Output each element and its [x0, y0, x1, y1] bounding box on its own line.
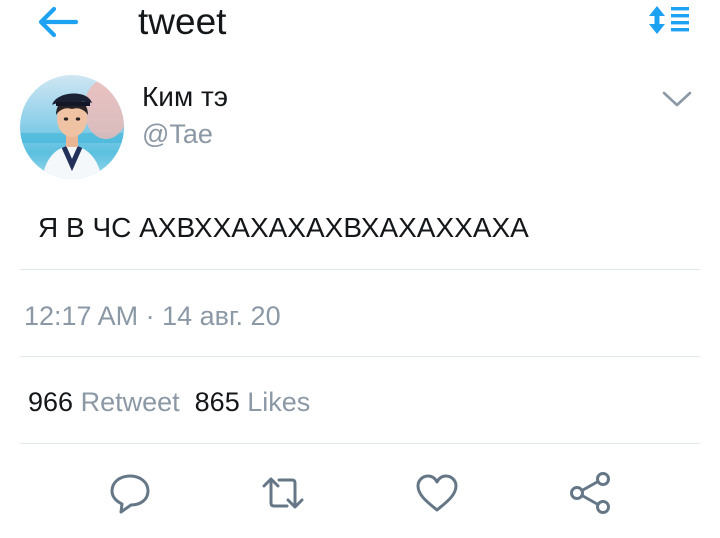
retweets-label: Retweet: [80, 387, 180, 417]
back-button[interactable]: [36, 4, 80, 40]
retweets-count: 966: [28, 387, 74, 417]
tweet-text: Я В ЧС АХВХХАХАХАХВХАХАХХАХА: [38, 212, 529, 243]
tweet-timestamp: 12:17 AM · 14 авг. 20: [24, 298, 281, 334]
tweet-time: 12:17 AM: [24, 301, 139, 331]
retweets-stat[interactable]: 966 Retweet: [28, 387, 180, 417]
divider: [20, 443, 700, 444]
heart-icon: [416, 474, 458, 512]
reply-icon: [110, 474, 150, 514]
like-button[interactable]: [414, 470, 460, 516]
tweet-date: 14 авг. 20: [162, 301, 281, 331]
retweet-button[interactable]: [260, 470, 306, 516]
divider: [20, 269, 700, 270]
sort-button[interactable]: [646, 4, 692, 36]
tweet-menu-button[interactable]: [660, 86, 694, 112]
divider: [20, 356, 700, 357]
arrow-left-icon: [38, 6, 79, 38]
reply-button[interactable]: [107, 470, 153, 516]
share-icon: [570, 472, 610, 514]
share-button[interactable]: [567, 470, 613, 516]
chevron-down-icon: [662, 91, 692, 107]
sort-icon: [649, 6, 689, 34]
author-handle[interactable]: @Tae: [142, 116, 213, 152]
likes-count: 865: [194, 387, 240, 417]
likes-label: Likes: [247, 387, 311, 417]
page-title: tweet: [138, 1, 227, 42]
tweet-detail-screen: tweet Ким тэ @Tae Я В ЧС АХВХХАХАХАХВХАХ…: [0, 0, 720, 538]
avatar[interactable]: [20, 75, 124, 179]
likes-stat[interactable]: 865 Likes: [195, 387, 311, 417]
retweet-icon: [262, 477, 304, 509]
timestamp-separator: ·: [145, 301, 155, 331]
tweet-stats: 966 Retweet 865 Likes: [28, 384, 310, 420]
author-name[interactable]: Ким тэ: [142, 79, 228, 115]
